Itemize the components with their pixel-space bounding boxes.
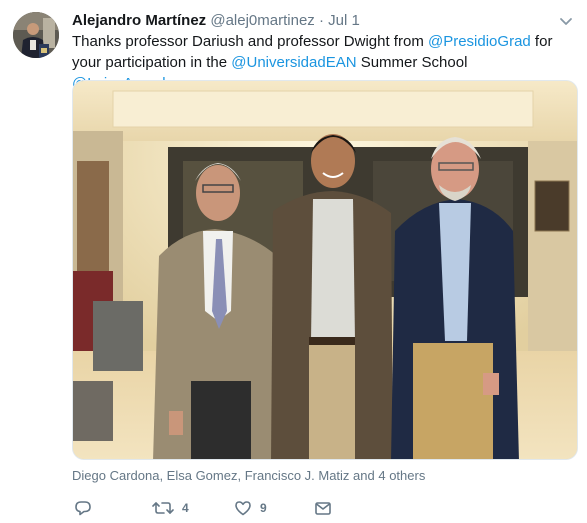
author-name[interactable]: Alejandro Martínez xyxy=(72,12,206,29)
tweet: Alejandro Martínez @alej0martinez · Jul … xyxy=(0,0,587,523)
like-icon xyxy=(234,499,252,517)
tweet-date[interactable]: Jul 1 xyxy=(328,12,360,29)
tweet-photo[interactable] xyxy=(72,80,578,460)
tweet-text-part: Thanks professor Dariush and professor D… xyxy=(72,33,428,50)
message-button[interactable] xyxy=(314,497,332,519)
retweet-button[interactable]: 4 xyxy=(152,497,189,519)
header-separator: · xyxy=(318,12,324,29)
mention-link[interactable]: @PresidioGrad xyxy=(428,33,531,50)
retweet-icon xyxy=(152,499,174,517)
tweet-text-part: Summer School xyxy=(356,54,468,71)
message-icon xyxy=(314,499,332,517)
tweet-header: Alejandro Martínez @alej0martinez · Jul … xyxy=(72,11,573,31)
reply-icon xyxy=(74,499,92,517)
mention-link[interactable]: @UniversidadEAN xyxy=(231,54,356,71)
author-handle[interactable]: @alej0martinez xyxy=(210,12,314,29)
tweet-actions: 4 9 xyxy=(72,497,372,519)
avatar-image xyxy=(13,12,59,58)
like-count: 9 xyxy=(260,501,267,515)
chevron-down-icon[interactable] xyxy=(559,11,573,31)
retweet-count: 4 xyxy=(182,501,189,515)
avatar[interactable] xyxy=(13,12,59,58)
like-button[interactable]: 9 xyxy=(234,497,267,519)
photo-image xyxy=(73,81,577,459)
reply-button[interactable] xyxy=(74,497,100,519)
tagged-people[interactable]: Diego Cardona, Elsa Gomez, Francisco J. … xyxy=(72,467,425,485)
